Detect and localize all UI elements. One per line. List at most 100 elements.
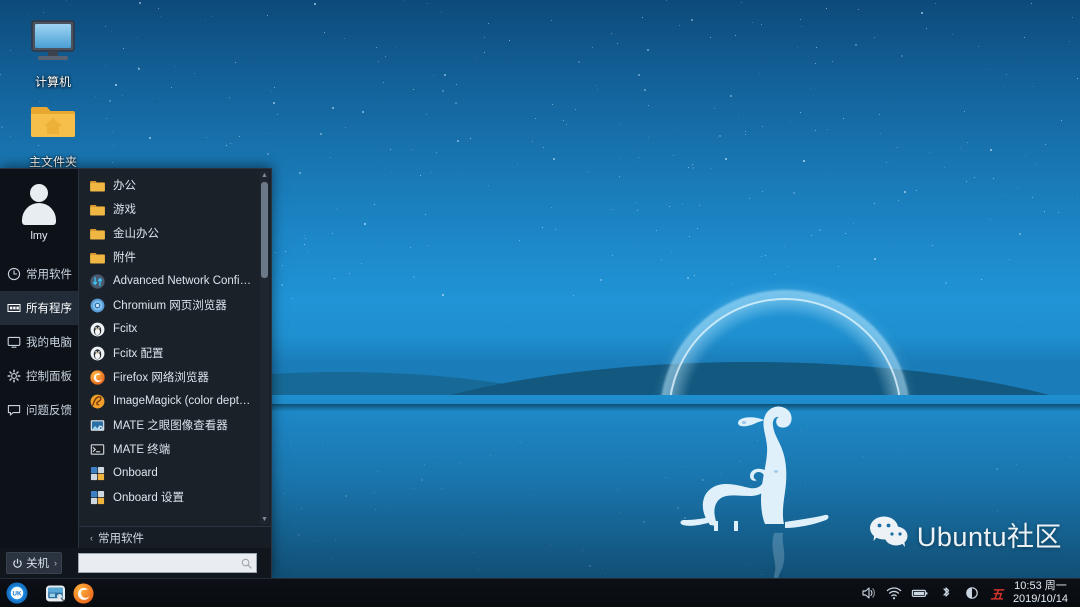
sidebar-item-common-software[interactable]: 常用软件 <box>0 257 78 291</box>
sidebar-item-my-computer[interactable]: 我的电脑 <box>0 325 78 359</box>
app-list-item[interactable]: MATE 终端 <box>79 437 271 461</box>
monitor-icon <box>10 18 96 68</box>
app-list-item[interactable]: Advanced Network Configu... <box>79 269 271 293</box>
app-list-item-label: ImageMagick (color depth=... <box>113 395 255 407</box>
app-list-item[interactable]: Firefox 网络浏览器 <box>79 365 271 389</box>
folder-icon <box>90 226 105 241</box>
shutdown-button[interactable]: 关机 › <box>6 552 62 574</box>
wifi-icon[interactable] <box>881 580 907 606</box>
applist-scrollbar[interactable]: ▲ ▼ <box>260 171 269 524</box>
scrollbar-thumb[interactable] <box>261 182 268 278</box>
sidebar-item-label: 问题反馈 <box>26 402 72 418</box>
app-list-item-label: Fcitx <box>113 323 137 335</box>
monitor-icon <box>7 335 21 349</box>
onboard-keyboard-icon <box>90 490 105 505</box>
chevron-left-icon: ‹ <box>90 533 93 543</box>
app-list-item[interactable]: ImageMagick (color depth=... <box>79 389 271 413</box>
sidebar-items: 常用软件 所有程序 我的电脑 <box>0 257 78 427</box>
imagemagick-icon <box>90 394 105 409</box>
start-menu-sidebar: lmy 常用软件 所有程序 <box>0 169 78 548</box>
sidebar-item-control-panel[interactable]: 控制面板 <box>0 359 78 393</box>
folder-icon <box>90 178 105 193</box>
terminal-icon <box>90 442 105 457</box>
app-list-item-label: 附件 <box>113 249 136 265</box>
app-list-item-label: MATE 终端 <box>113 441 170 457</box>
gear-icon <box>7 369 21 383</box>
bluetooth-icon[interactable] <box>933 580 959 606</box>
network-config-icon <box>90 274 105 289</box>
app-list-item-label: Chromium 网页浏览器 <box>113 297 227 313</box>
file-manager-launcher[interactable] <box>42 580 68 606</box>
app-list-item[interactable]: MATE 之眼图像查看器 <box>79 413 271 437</box>
search-icon[interactable] <box>241 558 252 569</box>
file-manager-icon <box>45 583 66 604</box>
battery-icon[interactable] <box>907 580 933 606</box>
brightness-icon[interactable] <box>959 580 985 606</box>
app-list-item[interactable]: Onboard 设置 <box>79 485 271 509</box>
firefox-icon <box>90 370 105 385</box>
start-menu[interactable]: lmy 常用软件 所有程序 <box>0 168 272 578</box>
chevron-right-icon: › <box>54 558 57 568</box>
app-list-item-label: 办公 <box>113 177 136 193</box>
app-list-item[interactable]: Onboard <box>79 461 271 485</box>
user-avatar-icon[interactable] <box>16 181 62 227</box>
power-icon <box>12 558 23 569</box>
wechat-watermark: Ubuntu社区 <box>869 515 1062 554</box>
grid-icon <box>7 301 21 315</box>
scroll-down-arrow[interactable]: ▼ <box>260 515 269 524</box>
firefox-launcher[interactable] <box>70 580 96 606</box>
eye-of-mate-icon <box>90 418 105 433</box>
sidebar-item-label: 控制面板 <box>26 368 72 384</box>
app-list-item[interactable]: 金山办公 <box>79 221 271 245</box>
sidebar-item-all-programs[interactable]: 所有程序 <box>0 291 78 325</box>
clock-date: 2019/10/14 <box>1013 593 1068 606</box>
fcitx-penguin-icon <box>90 322 105 337</box>
folder-home-icon <box>10 98 96 148</box>
app-list-item-label: 游戏 <box>113 201 136 217</box>
folder-icon <box>90 250 105 265</box>
taskbar-launchers: UK <box>0 580 96 606</box>
volume-icon[interactable] <box>855 580 881 606</box>
app-list-item[interactable]: Chromium 网页浏览器 <box>79 293 271 317</box>
search-box[interactable] <box>78 553 257 573</box>
app-list-item[interactable]: 游戏 <box>79 197 271 221</box>
ubuntukylin-logo-icon: UK <box>6 582 28 604</box>
ermine-reflection <box>735 530 830 578</box>
sidebar-item-label: 我的电脑 <box>26 334 72 350</box>
user-block[interactable]: lmy <box>0 177 78 253</box>
system-tray: 五 10:53 周一 2019/10/14 <box>855 580 1080 606</box>
app-list-item[interactable]: Fcitx 配置 <box>79 341 271 365</box>
taskbar[interactable]: UK <box>0 578 1080 607</box>
fcitx-wubi-indicator[interactable]: 五 <box>985 584 1009 603</box>
app-list-item[interactable]: 办公 <box>79 173 271 197</box>
app-list-item-label: MATE 之眼图像查看器 <box>113 417 228 433</box>
desktop-icon-computer[interactable]: 计算机 <box>10 18 96 91</box>
sidebar-item-label: 所有程序 <box>26 300 72 316</box>
search-input[interactable] <box>84 557 241 569</box>
clock-time: 10:53 周一 <box>1013 580 1068 593</box>
application-list[interactable]: 办公游戏金山办公附件 Advanced Network Configu... Chr… <box>79 169 271 526</box>
desktop-icon-home-folder[interactable]: 主文件夹 <box>10 98 96 171</box>
desktop-icon-label: 计算机 <box>35 75 71 89</box>
clock[interactable]: 10:53 周一 2019/10/14 <box>1009 580 1076 606</box>
sidebar-item-feedback[interactable]: 问题反馈 <box>0 393 78 427</box>
scroll-up-arrow[interactable]: ▲ <box>260 171 269 180</box>
ermine-kit-icon <box>680 455 780 533</box>
shutdown-area: 关机 › <box>0 546 78 580</box>
start-menu-button[interactable]: UK <box>4 580 30 606</box>
app-list-item-label: Fcitx 配置 <box>113 345 163 361</box>
start-menu-body: lmy 常用软件 所有程序 <box>0 169 271 548</box>
app-list-item-label: Onboard <box>113 467 158 479</box>
app-list-item[interactable]: 附件 <box>79 245 271 269</box>
back-row-label: 常用软件 <box>98 530 144 546</box>
firefox-icon <box>73 583 94 604</box>
shutdown-label: 关机 <box>26 555 49 571</box>
speech-bubble-icon <box>7 403 21 417</box>
watermark-text: Ubuntu社区 <box>917 515 1062 554</box>
app-list-item-label: Onboard 设置 <box>113 489 184 505</box>
back-to-common-software[interactable]: ‹ 常用软件 <box>79 526 271 548</box>
app-list-item-label: 金山办公 <box>113 225 159 241</box>
chromium-icon <box>90 298 105 313</box>
user-name: lmy <box>0 230 78 243</box>
app-list-item[interactable]: Fcitx <box>79 317 271 341</box>
